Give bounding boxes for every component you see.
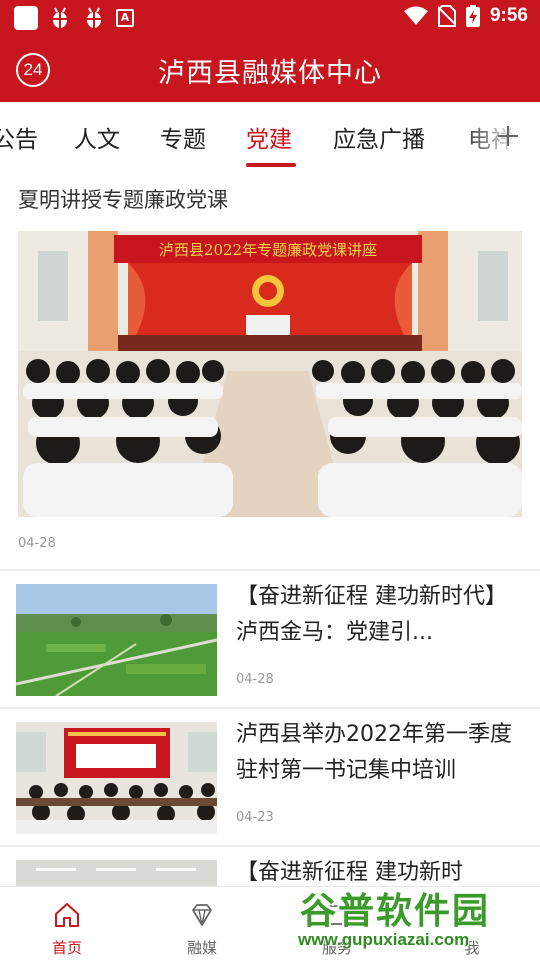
nav-home-label: 首页: [51, 939, 82, 957]
category-tabs: 公告 人文 专题 党建 应急广播 电祥: [0, 102, 540, 168]
app-square-icon: [14, 6, 38, 30]
nav-home[interactable]: 首页: [17, 887, 117, 960]
wifi-icon: [403, 6, 428, 25]
watermark-url: www.gupuxiazai.com: [298, 930, 470, 949]
page-title: 泸西县融媒体中心: [158, 58, 382, 89]
battery-charging-icon: [465, 5, 480, 27]
app-header: 24 泸西县融媒体中心: [0, 36, 540, 102]
meeting-hall-image: 泸西县2022年专题廉政党课讲座: [18, 231, 522, 517]
divider: [0, 707, 540, 709]
news-thumbnail: [16, 584, 217, 696]
featured-image[interactable]: 泸西县2022年专题廉政党课讲座: [18, 231, 522, 517]
nav-media-label: 融媒: [186, 939, 217, 957]
tab-culture[interactable]: 人文: [74, 120, 120, 154]
news-date: 04-23: [236, 810, 274, 825]
tab-announcement[interactable]: 公告: [0, 120, 38, 154]
home-icon: [55, 903, 79, 927]
banner-text: 泸西县2022年专题廉政党课讲座: [159, 241, 377, 259]
active-tab-indicator: [246, 163, 296, 167]
watermark: 谷普软件园 www.gupuxiazai.com: [296, 880, 540, 960]
tab-emergency-broadcast[interactable]: 应急广播: [333, 120, 425, 154]
no-sim-icon: [437, 5, 456, 27]
watermark-cn: 谷普软件园: [300, 891, 491, 932]
news-thumbnail: [16, 722, 217, 834]
news-thumbnail: [16, 860, 217, 886]
news-date: 04-28: [236, 672, 274, 687]
divider: [0, 845, 540, 847]
bug-icon: [87, 7, 101, 28]
bug-icon: [53, 7, 67, 28]
featured-title[interactable]: 夏明讲授专题廉政党课: [18, 184, 228, 214]
status-bar: A 9:56: [0, 0, 540, 36]
tab-party-building[interactable]: 党建: [246, 120, 292, 154]
tab-topics[interactable]: 专题: [160, 120, 206, 154]
nav-media[interactable]: 融媒: [152, 887, 252, 960]
diamond-icon: [192, 904, 212, 926]
news-title: 【奋进新征程 建功新时代】泸西金马：党建引...: [236, 584, 507, 645]
divider: [0, 569, 540, 571]
news-title: 泸西县举办2022年第一季度驻村第一书记集中培训: [236, 722, 512, 783]
featured-date: 04-28: [18, 536, 56, 551]
plus-icon[interactable]: [496, 124, 520, 148]
a-box-icon: A: [116, 9, 134, 27]
status-time: 9:56: [489, 5, 528, 26]
